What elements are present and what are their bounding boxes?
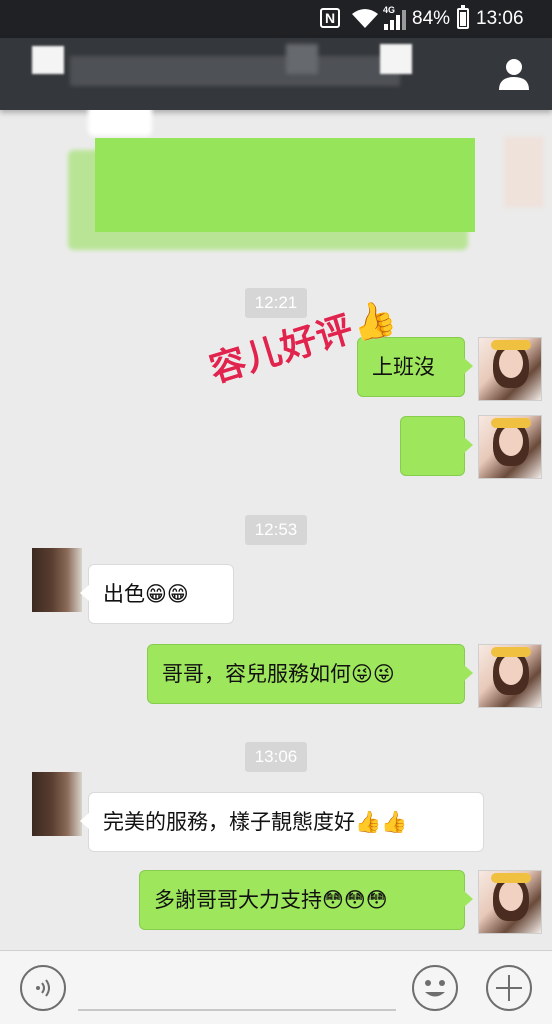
person-icon[interactable]	[496, 56, 532, 92]
battery-percent: 84%	[412, 8, 451, 29]
obscured-previous-message	[88, 110, 152, 136]
title-obscured-white	[380, 44, 412, 74]
status-bar: N 4G 84% 13:06	[0, 0, 552, 38]
sent-message[interactable]: 多謝哥哥大力支持😳😳😳	[139, 870, 473, 930]
sent-message-obscured[interactable]	[400, 416, 473, 476]
my-avatar[interactable]	[478, 870, 542, 934]
input-bar	[0, 950, 552, 1024]
signal-icon	[384, 10, 406, 30]
my-avatar[interactable]	[478, 644, 542, 708]
timestamp: 12:53	[245, 515, 307, 545]
plus-icon[interactable]	[486, 965, 532, 1011]
nfc-icon: N	[320, 8, 340, 28]
status-time: 13:06	[476, 8, 524, 29]
obscured-block	[95, 138, 475, 232]
friend-avatar[interactable]	[32, 772, 82, 836]
timestamp: 13:06	[245, 742, 307, 772]
title-obscured-block	[286, 44, 318, 74]
sent-message[interactable]: 哥哥，容兒服務如何😜😜	[147, 644, 473, 704]
back-button-obscured[interactable]	[32, 46, 64, 74]
friend-avatar[interactable]	[32, 548, 82, 612]
sent-message[interactable]: 上班沒	[357, 337, 473, 397]
my-avatar[interactable]	[478, 415, 542, 479]
smiley-icon[interactable]	[412, 965, 458, 1011]
received-message[interactable]: 出色😁😁	[80, 564, 234, 624]
voice-icon[interactable]	[20, 965, 66, 1011]
received-message[interactable]: 完美的服務，樣子靚態度好👍👍	[80, 792, 484, 852]
wifi-icon	[352, 9, 378, 28]
chat-area[interactable]: 12:21 上班沒 容儿好评👍 12:53 出色😁😁 哥哥，容兒服務如何😜😜 1…	[0, 110, 552, 950]
battery-icon	[457, 5, 469, 29]
message-input[interactable]	[78, 1009, 396, 1011]
chat-header	[0, 38, 552, 110]
title-obscured	[70, 56, 400, 86]
my-avatar[interactable]	[478, 337, 542, 401]
obscured-avatar	[504, 136, 544, 208]
